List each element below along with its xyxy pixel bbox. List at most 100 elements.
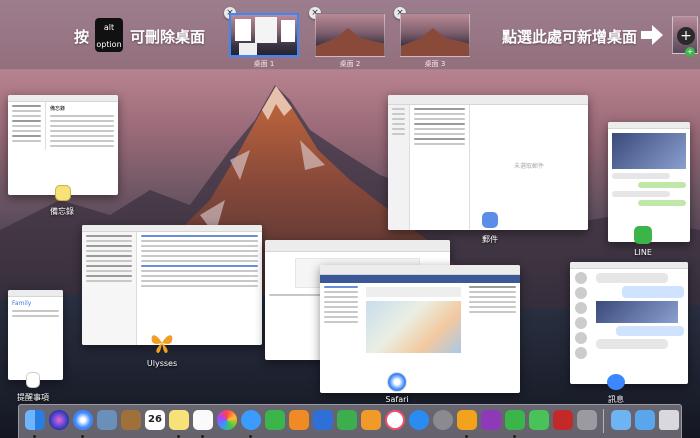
reminders-window-label: 提醒事項 [17, 393, 49, 402]
chat-bubble [596, 339, 668, 349]
add-desktop-button[interactable]: + + [672, 16, 698, 57]
thumb-window [239, 43, 257, 55]
notes-window[interactable]: 備忘錄 [8, 95, 118, 195]
numbers-icon[interactable] [337, 410, 357, 430]
finder-icon[interactable] [25, 410, 45, 430]
text-line [12, 125, 41, 127]
messages-app-icon [607, 374, 625, 390]
music-icon[interactable] [385, 410, 405, 430]
text-line [469, 291, 516, 293]
siri-icon[interactable] [49, 410, 69, 430]
avatar [575, 317, 587, 329]
reminders-icon[interactable] [193, 410, 213, 430]
text-line [86, 255, 132, 257]
text-line [12, 105, 41, 107]
text-line [12, 310, 59, 312]
hint-press-text: 按 [74, 28, 90, 46]
chat-bubble [616, 326, 684, 336]
downloads-folder-icon[interactable] [635, 410, 655, 430]
keychain-icon[interactable] [577, 410, 597, 430]
ulysses-window-label: Ulysses [146, 359, 178, 368]
ibooks-icon[interactable] [289, 410, 309, 430]
text-line [414, 118, 465, 120]
safari-app-icon [387, 372, 407, 392]
text-line [414, 113, 465, 115]
hint-remove-text: 可刪除桌面 [130, 28, 206, 46]
desktop-1-thumbnail[interactable] [229, 13, 299, 57]
thumb-mountain [401, 28, 469, 56]
facetime-icon[interactable] [265, 410, 285, 430]
ulysses-icon[interactable] [457, 410, 477, 430]
butterfly-icon [151, 335, 173, 353]
text-line [141, 245, 258, 247]
folder-icon[interactable] [611, 410, 631, 430]
text-line [324, 286, 358, 288]
text-line [414, 128, 465, 130]
text-line [392, 123, 405, 125]
evernote-icon[interactable] [529, 410, 549, 430]
messages-window[interactable] [570, 262, 688, 384]
text-line [324, 316, 358, 318]
text-line [141, 275, 258, 277]
text-line [324, 296, 358, 298]
desktop-3-thumbnail[interactable] [400, 13, 470, 57]
calendar-icon[interactable]: 26 [145, 410, 165, 430]
post-header [366, 287, 461, 297]
text-line [86, 240, 132, 242]
preview-icon[interactable] [97, 410, 117, 430]
messages-icon[interactable] [241, 410, 261, 430]
line-icon[interactable] [505, 410, 525, 430]
text-line [414, 123, 465, 125]
trash-icon[interactable] [659, 410, 679, 430]
dock: 26 [18, 404, 682, 438]
text-line [12, 120, 41, 122]
text-line [392, 128, 405, 130]
dock-separator [603, 409, 604, 433]
text-line [86, 280, 132, 282]
keynote-icon[interactable] [313, 410, 333, 430]
line-window[interactable] [608, 122, 690, 242]
text-line [414, 143, 465, 145]
thumb-window [235, 19, 251, 41]
text-line [414, 133, 465, 135]
avatar [575, 302, 587, 314]
safari-icon[interactable] [73, 410, 93, 430]
mail-window[interactable]: 未選取郵件 [388, 95, 588, 230]
text-line [50, 125, 114, 127]
window-titlebar [388, 95, 588, 105]
message-image [596, 301, 678, 323]
thumb-mountain [316, 28, 384, 56]
window-titlebar [320, 265, 520, 275]
text-line [324, 311, 358, 313]
safari-window[interactable] [320, 265, 520, 393]
photo-booth-icon[interactable] [553, 410, 573, 430]
appstore-icon[interactable] [409, 410, 429, 430]
notes-icon[interactable] [169, 410, 189, 430]
text-line [392, 113, 405, 115]
key-label-option: option [96, 40, 122, 49]
chat-bubble [622, 286, 684, 298]
desktop-2-thumbnail[interactable] [315, 13, 385, 57]
text-line [141, 270, 258, 272]
add-badge-icon: + [685, 47, 695, 57]
hint-add-text: 點選此處可新增桌面 [502, 28, 638, 46]
text-line [86, 270, 132, 272]
notes-app-icon [55, 185, 71, 201]
notebook-icon[interactable] [121, 410, 141, 430]
system-preferences-icon[interactable] [433, 410, 453, 430]
window-titlebar [8, 95, 118, 102]
pages-icon[interactable] [361, 410, 381, 430]
text-line [469, 301, 516, 303]
chat-bubble [638, 182, 686, 188]
line-window-label: LINE [634, 248, 652, 257]
reminders-app-icon [26, 372, 40, 388]
chat-bubble [612, 173, 670, 179]
text-line [12, 115, 41, 117]
text-line [50, 130, 114, 132]
ulysses-window[interactable] [82, 225, 262, 345]
notes-window-label: 備忘錄 [50, 207, 74, 216]
photos-icon[interactable] [217, 410, 237, 430]
chat-bubble [638, 200, 686, 206]
reminders-window[interactable]: Family [8, 290, 63, 380]
onenote-icon[interactable] [481, 410, 501, 430]
